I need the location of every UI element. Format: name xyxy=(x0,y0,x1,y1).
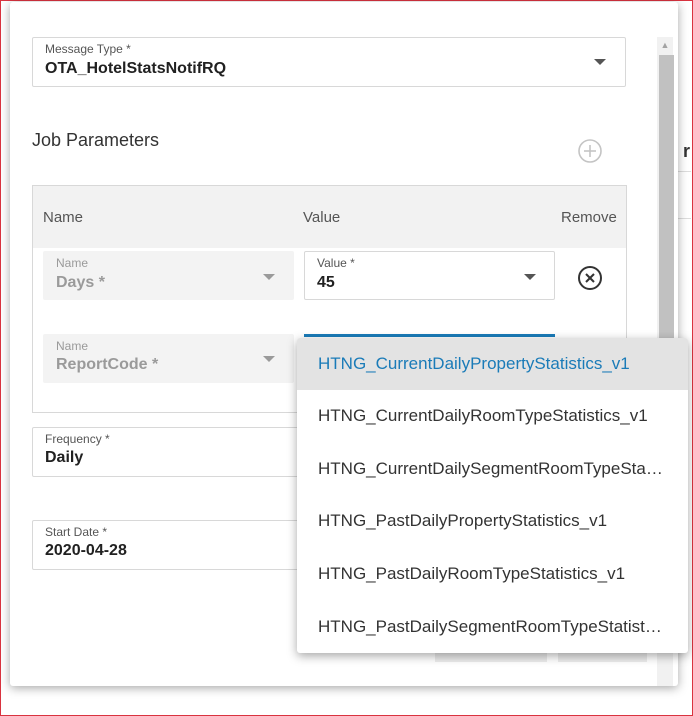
param-name-value: Days * xyxy=(56,274,105,291)
scrollbar-thumb[interactable] xyxy=(659,55,674,365)
dropdown-option[interactable]: HTNG_CurrentDailyPropertyStatistics_v1 xyxy=(297,338,688,390)
caret-down-icon xyxy=(263,356,275,362)
job-parameters-title: Job Parameters xyxy=(32,130,160,150)
caret-down-icon xyxy=(594,59,606,65)
report-code-dropdown: HTNG_CurrentDailyPropertyStatistics_v1 H… xyxy=(297,338,688,653)
header-remove: Remove xyxy=(561,209,617,226)
table-header: Name Value Remove xyxy=(33,186,626,248)
dropdown-option[interactable]: HTNG_CurrentDailyRoomTypeStatistics_v1 xyxy=(297,390,688,442)
frequency-label: Frequency * xyxy=(45,432,110,446)
dropdown-option[interactable]: HTNG_PastDailyRoomTypeStatistics_v1 xyxy=(297,548,688,600)
message-type-label: Message Type * xyxy=(45,42,131,56)
start-date-field[interactable]: Start Date * 2020-04-28 xyxy=(32,520,322,570)
param-name-select: Name ReportCode * xyxy=(43,334,294,383)
param-name-select: Name Days * xyxy=(43,251,294,300)
dropdown-option[interactable]: HTNG_PastDailyPropertyStatistics_v1 xyxy=(297,495,688,547)
message-type-value: OTA_HotelStatsNotifRQ xyxy=(45,60,227,77)
dropdown-option[interactable]: HTNG_PastDailySegmentRoomTypeStatistics_… xyxy=(297,601,688,653)
frequency-select[interactable]: Frequency * Daily xyxy=(32,427,322,477)
header-name: Name xyxy=(43,209,84,226)
message-type-select[interactable]: Message Type * OTA_HotelStatsNotifRQ xyxy=(32,37,626,87)
param-name-value: ReportCode * xyxy=(56,356,159,373)
param-name-label: Name xyxy=(56,339,89,353)
start-date-label: Start Date * xyxy=(45,525,108,539)
param-value-label: Value * xyxy=(317,256,355,270)
caret-down-icon xyxy=(524,274,536,280)
report-code-value-select[interactable] xyxy=(304,334,555,337)
caret-down-icon xyxy=(263,274,275,280)
param-name-label: Name xyxy=(56,256,89,270)
start-date-value: 2020-04-28 xyxy=(45,542,127,559)
param-value-value: 45 xyxy=(317,274,335,291)
dropdown-option[interactable]: HTNG_CurrentDailySegmentRoomTypeStatisti… xyxy=(297,443,688,495)
header-value: Value xyxy=(303,209,341,226)
frequency-value: Daily xyxy=(45,449,84,466)
param-value-select[interactable]: Value * 45 xyxy=(304,251,555,300)
close-circle-icon[interactable] xyxy=(577,265,603,291)
scroll-up-arrow-icon[interactable]: ▲ xyxy=(657,37,673,53)
plus-circle-icon[interactable] xyxy=(577,138,603,164)
